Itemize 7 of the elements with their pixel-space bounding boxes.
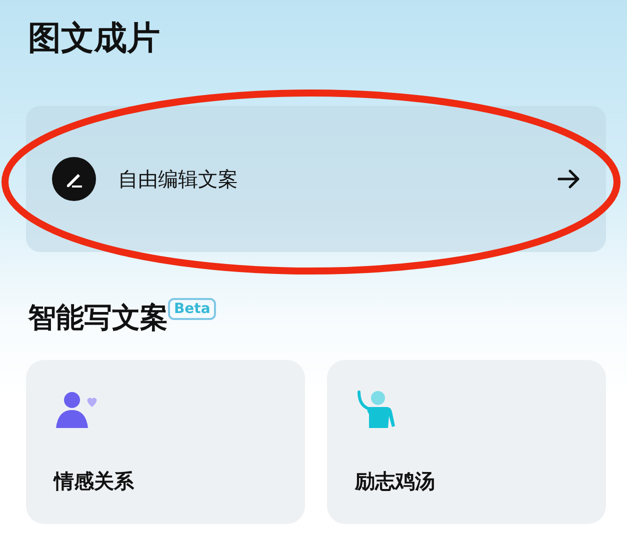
category-card[interactable]: 情感关系 xyxy=(26,360,305,524)
beta-badge: Beta xyxy=(168,298,216,320)
free-edit-card[interactable]: 自由编辑文案 xyxy=(26,106,606,252)
pen-icon xyxy=(52,157,96,201)
category-card[interactable]: 励志鸡汤 xyxy=(327,360,606,524)
section-title: 智能写文案 xyxy=(28,300,168,336)
page-title: 图文成片 xyxy=(28,17,161,59)
